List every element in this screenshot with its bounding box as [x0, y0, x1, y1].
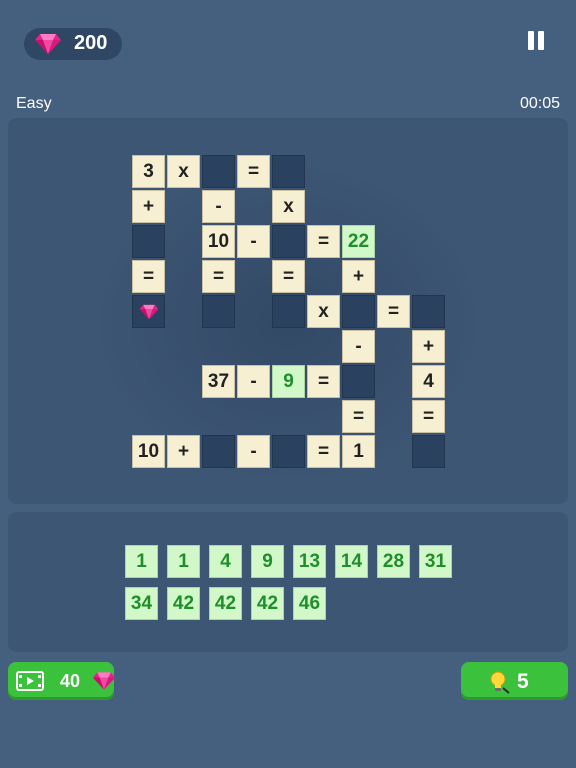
grid-cell: =	[307, 435, 340, 468]
number-tile[interactable]: 14	[335, 545, 368, 578]
empty-cell[interactable]	[272, 435, 305, 468]
number-tile[interactable]: 28	[377, 545, 410, 578]
grid-cell: +	[412, 330, 445, 363]
grid-cell: -	[342, 330, 375, 363]
empty-cell[interactable]	[202, 295, 235, 328]
grid-cell: 3	[132, 155, 165, 188]
empty-cell[interactable]	[272, 155, 305, 188]
grid-cell: =	[377, 295, 410, 328]
gem-counter: 200	[24, 28, 122, 60]
lightbulb-icon	[490, 671, 510, 694]
number-tile[interactable]: 4	[209, 545, 242, 578]
grid-cell: x	[307, 295, 340, 328]
empty-cell[interactable]	[132, 295, 165, 328]
timer: 00:05	[519, 95, 560, 112]
grid-cell: +	[342, 260, 375, 293]
gem-count: 200	[74, 32, 108, 54]
number-tile[interactable]: 9	[251, 545, 284, 578]
number-tile[interactable]: 42	[209, 587, 242, 620]
empty-cell[interactable]	[342, 295, 375, 328]
gem-icon	[139, 304, 159, 320]
grid-cell: =	[412, 400, 445, 433]
empty-cell[interactable]	[202, 435, 235, 468]
video-cost: 40	[60, 671, 81, 691]
pause-icon	[528, 31, 534, 50]
empty-cell[interactable]	[272, 225, 305, 258]
grid-cell: -	[202, 190, 235, 223]
grid-cell: -	[237, 365, 270, 398]
grid-cell: 1	[342, 435, 375, 468]
grid-cell: 10	[202, 225, 235, 258]
empty-cell[interactable]	[132, 225, 165, 258]
grid-cell: -	[237, 435, 270, 468]
number-tile[interactable]: 1	[125, 545, 158, 578]
empty-cell[interactable]	[202, 155, 235, 188]
number-tile[interactable]: 13	[293, 545, 326, 578]
difficulty-label: Easy	[16, 95, 52, 112]
number-tile[interactable]: 42	[167, 587, 200, 620]
number-tile[interactable]: 34	[125, 587, 158, 620]
grid-cell: +	[167, 435, 200, 468]
grid-cell: =	[307, 225, 340, 258]
grid-cell[interactable]: 9	[272, 365, 305, 398]
pause-button[interactable]	[526, 31, 546, 51]
grid-cell: +	[132, 190, 165, 223]
grid-cell: 4	[412, 365, 445, 398]
grid-cell: =	[132, 260, 165, 293]
grid-cell: =	[342, 400, 375, 433]
gem-icon	[34, 33, 62, 55]
number-tile[interactable]: 1	[167, 545, 200, 578]
number-tray	[8, 512, 568, 652]
grid-cell: =	[272, 260, 305, 293]
empty-cell[interactable]	[342, 365, 375, 398]
grid-cell: 10	[132, 435, 165, 468]
film-icon	[16, 671, 44, 691]
grid-cell: -	[237, 225, 270, 258]
watch-video-button[interactable]: 40	[8, 662, 114, 700]
number-tile[interactable]: 31	[419, 545, 452, 578]
grid-cell: =	[202, 260, 235, 293]
number-tile[interactable]: 42	[251, 587, 284, 620]
grid-cell: x	[272, 190, 305, 223]
hint-button[interactable]: 5	[461, 662, 568, 700]
empty-cell[interactable]	[412, 435, 445, 468]
gem-icon	[92, 671, 116, 691]
empty-cell[interactable]	[272, 295, 305, 328]
hint-count: 5	[517, 670, 529, 693]
grid-cell: =	[307, 365, 340, 398]
grid-cell[interactable]: 22	[342, 225, 375, 258]
grid-cell: =	[237, 155, 270, 188]
grid-cell: 37	[202, 365, 235, 398]
grid-cell: x	[167, 155, 200, 188]
number-tile[interactable]: 46	[293, 587, 326, 620]
empty-cell[interactable]	[412, 295, 445, 328]
